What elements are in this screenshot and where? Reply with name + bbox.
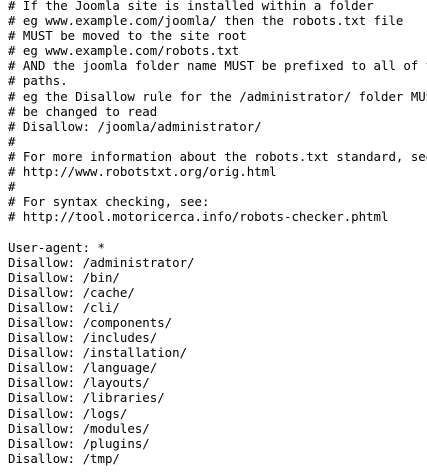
text-line: # http://tool.motoricerca.info/robots-ch… xyxy=(8,209,389,225)
text-line: # For more information about the robots.… xyxy=(8,148,427,164)
text-line: Disallow: /installation/ xyxy=(8,345,188,361)
text-line: # AND the joomla folder name MUST be pre… xyxy=(8,58,427,74)
text-line: # eg the Disallow rule for the /administ… xyxy=(8,88,427,104)
text-line: User-agent: * xyxy=(8,239,105,255)
text-line: Disallow: /includes/ xyxy=(8,330,158,346)
text-line: # xyxy=(8,179,16,195)
text-line xyxy=(8,224,427,239)
text-line: # be changed to read xyxy=(8,103,158,119)
text-line: # If the Joomla site is installed within… xyxy=(8,0,374,13)
text-line: # paths. xyxy=(8,73,68,89)
text-line: Disallow: /cache/ xyxy=(8,284,135,300)
text-line: # MUST be moved to the site root xyxy=(8,28,247,44)
text-line: Disallow: /components/ xyxy=(8,314,173,330)
text-line: Disallow: /layouts/ xyxy=(8,375,150,391)
text-line: Disallow: /tmp/ xyxy=(8,450,120,466)
text-line: Disallow: /administrator/ xyxy=(8,254,195,270)
text-line: Disallow: /plugins/ xyxy=(8,435,150,451)
text-line: # eg www.example.com/joomla/ then the ro… xyxy=(8,13,404,29)
text-line: Disallow: /logs/ xyxy=(8,405,128,421)
text-line: Disallow: /cli/ xyxy=(8,299,120,315)
text-line: # For syntax checking, see: xyxy=(8,194,210,210)
text-line: # Disallow: /joomla/administrator/ xyxy=(8,118,262,134)
text-line: Disallow: /language/ xyxy=(8,360,158,376)
text-line: Disallow: /bin/ xyxy=(8,269,120,285)
text-line: # eg www.example.com/robots.txt xyxy=(8,43,240,59)
text-line: Disallow: /modules/ xyxy=(8,420,150,436)
robots-txt-content: # If the Joomla site is installed within… xyxy=(8,0,427,466)
text-line: # xyxy=(8,133,16,149)
text-line: Disallow: /libraries/ xyxy=(8,390,165,406)
text-line: # http://www.robotstxt.org/orig.html xyxy=(8,164,277,180)
plain-text-viewer: # If the Joomla site is installed within… xyxy=(0,0,427,473)
